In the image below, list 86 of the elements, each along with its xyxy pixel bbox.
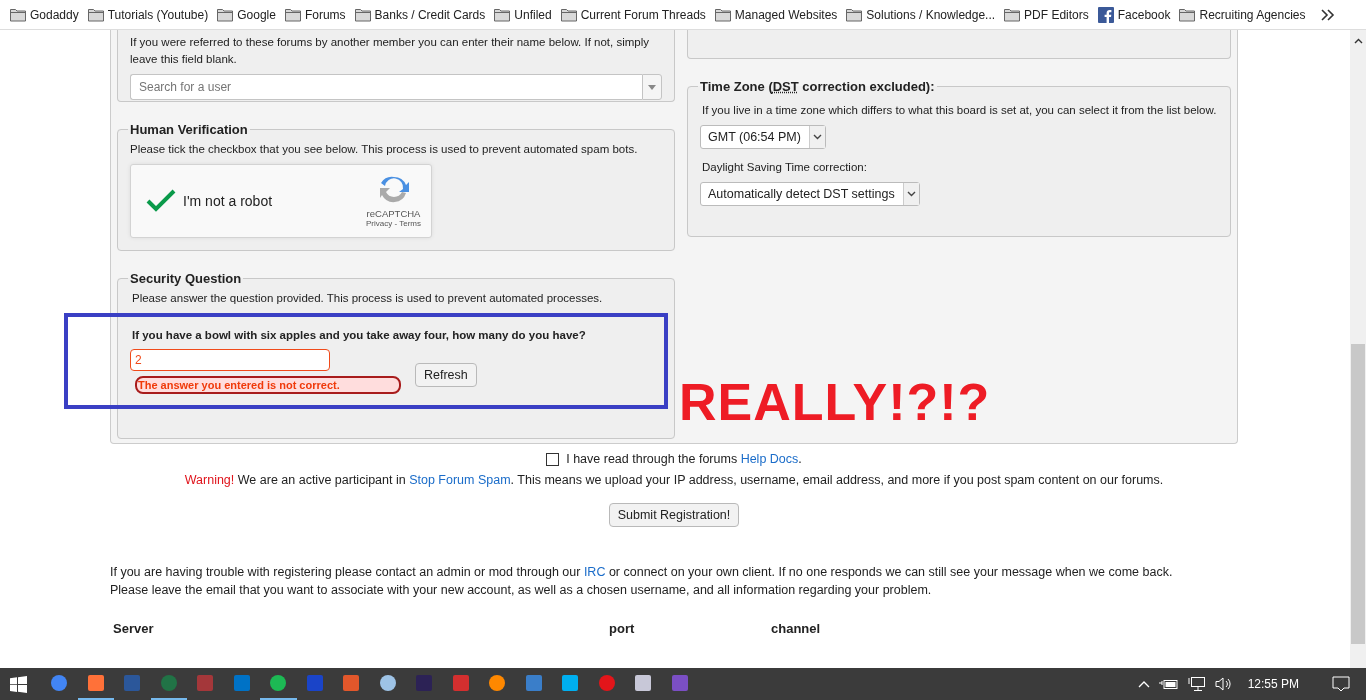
folder-icon [354,7,371,22]
folder-icon [10,7,26,22]
bookmark[interactable]: Current Forum Threads [560,7,706,22]
time-zone-select[interactable]: GMT (06:54 PM) [700,125,826,149]
app-icon [524,674,543,692]
app-icon [415,674,434,692]
notification-icon[interactable] [1332,676,1350,692]
bookmark[interactable]: Recruiting Agencies [1179,7,1306,22]
app-icon [597,674,616,692]
scroll-up-icon[interactable] [1353,38,1363,44]
app-icon [561,674,580,692]
folder-icon [87,7,104,22]
folder-icon [284,7,301,22]
app-icon [305,674,324,692]
bookmark[interactable]: Banks / Credit Cards [354,7,486,22]
bookmark[interactable]: Unfiled [494,7,552,22]
error-message: The answer you entered is not correct. [135,376,401,394]
app-icon [488,674,507,692]
volume-icon[interactable] [1214,676,1233,692]
app-icon [378,674,397,692]
folder-icon [494,7,511,22]
facebook-icon [1097,6,1114,23]
refresh-button[interactable]: Refresh [415,363,477,387]
folder-icon [217,7,234,22]
bookmark[interactable]: Facebook [1097,6,1171,23]
answer-field[interactable]: 2 [130,349,330,371]
checkmark-icon [146,189,176,213]
overflow-chevron-icon[interactable] [1320,8,1335,21]
instruction-text: Please answer the question provided. This process is used to prevent automated processes. [131,291,604,306]
column-header: Server [113,621,155,636]
app-icon [232,674,251,692]
dropdown-arrow-icon [648,84,656,90]
bookmark[interactable]: Google [217,7,276,22]
agreement-checkbox[interactable] [546,452,560,466]
folder-icon [560,7,577,22]
folder-icon [1004,7,1021,22]
app-icon [670,674,689,692]
stop-forum-spam-link[interactable]: Stop Forum Spam [409,473,511,487]
user-search-field[interactable]: Search for a user [130,74,642,100]
app-icon [634,674,653,692]
fieldset-legend: Human Verification [128,122,250,137]
help-text: Please leave the email that you want to associate with your new account, as well as a chosen username, and all information regarding your problem. [110,582,933,599]
folder-icon [846,7,863,22]
caret-up-icon[interactable] [1137,680,1150,688]
dropdown-button[interactable] [642,74,662,100]
security-question: If you have a bowl with six apples and you take away four, how many do you have? [132,329,587,341]
folder-icon [714,7,731,22]
app-icon [269,674,288,692]
app-icon [86,674,105,692]
help-text: If you are having trouble with registering please contact an admin or mod through our IRC or connect on your own client. If no one responds we can still see your message when we come back. [110,564,1174,581]
recaptcha-brand: reCAPTCHA [366,208,421,219]
agreement-text: I have read through the forums Help Docs. [566,452,802,466]
privacy-terms-links[interactable]: Privacy - Terms [366,219,421,228]
captcha-label: I'm not a robot [183,193,274,209]
battery-icon[interactable] [1158,678,1179,690]
time-zone-text: If you live in a time zone which differs to what this board is set at, you can select it from the list below. [701,103,1218,118]
app-icon [159,674,178,692]
fieldset-legend: Time Zone (DST correction excluded): [698,79,937,94]
scrollbar[interactable] [1350,30,1366,668]
app-icon [451,674,470,692]
bookmark[interactable]: Managed Websites [714,7,838,22]
warning-text: Warning! We are an active participant in Stop Forum Spam. This means we upload your IP address, username, email address, and more if you post spam content on our forums. [183,473,1165,487]
app-icon [123,674,142,692]
clock[interactable]: 12:55 PM [1247,677,1299,691]
app-icon [50,674,69,692]
bookmark[interactable]: PDF Editors [1004,7,1089,22]
bookmark[interactable]: Solutions / Knowledge... [846,7,996,22]
app-icon [342,674,361,692]
column-header: channel [771,621,822,636]
bookmark[interactable]: Godaddy [10,7,79,22]
instruction-text: Please tick the checkbox that you see below. This process is used to prevent automated spam bots. [130,142,639,157]
scrollbar-thumb[interactable] [1351,344,1365,644]
bookmark[interactable]: Forums [284,7,346,22]
annotation-text: REALLY!?!? [679,372,991,432]
folder-icon [1179,7,1196,22]
fieldset-legend: Security Question [128,271,244,286]
network-icon[interactable] [1187,676,1206,692]
windows-start-icon[interactable] [10,675,27,693]
irc-link[interactable]: IRC [583,565,606,579]
referral-text: If you were referred to these forums by another member you can enter their name below. If not, simply leave this field blank. [130,35,651,67]
dst-label: Daylight Saving Time correction: [701,160,868,175]
bookmark[interactable]: Tutorials (Youtube) [87,7,209,22]
submit-registration-button[interactable]: Submit Registration! [608,503,740,527]
column-header: port [609,621,636,636]
app-icon [196,674,215,692]
dst-select[interactable]: Automatically detect DST settings [700,182,920,206]
